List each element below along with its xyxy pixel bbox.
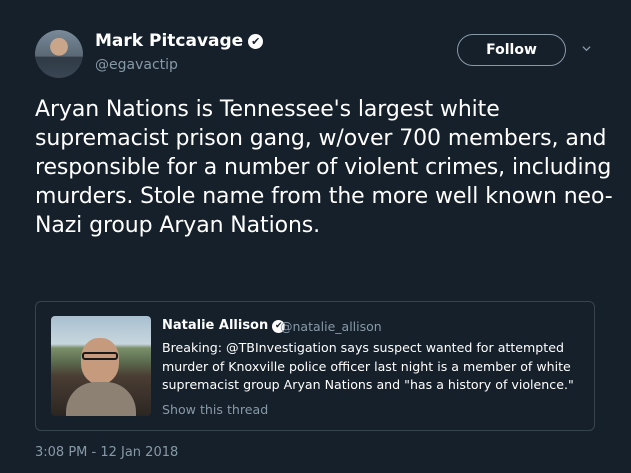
- follow-button[interactable]: Follow: [457, 34, 566, 66]
- author-handle[interactable]: @egavactip: [95, 57, 178, 73]
- quoted-tweet-photo[interactable]: [51, 316, 151, 416]
- author-avatar[interactable]: [35, 30, 83, 78]
- quoted-author-name[interactable]: Natalie Allison ✔: [162, 318, 286, 333]
- quoted-author-handle[interactable]: @natalie_allison: [280, 319, 382, 334]
- author-name[interactable]: Mark Pitcavage ✔: [95, 31, 264, 51]
- tweet-timestamp[interactable]: 3:08 PM - 12 Jan 2018: [35, 445, 178, 460]
- quoted-tweet-card[interactable]: Natalie Allison ✔ @natalie_allison Breaki…: [35, 301, 595, 431]
- photo-face: [81, 338, 119, 384]
- chevron-down-icon[interactable]: [582, 44, 591, 53]
- tweet-text: Aryan Nations is Tennessee's largest whi…: [35, 97, 613, 238]
- photo-glasses: [82, 352, 118, 360]
- quoted-tweet-text: Breaking: @TBInvestigation says suspect …: [162, 340, 574, 392]
- verified-badge-icon: ✔: [248, 34, 264, 49]
- quoted-author-name-text[interactable]: Natalie Allison: [162, 318, 268, 333]
- photo-shirt: [66, 382, 136, 416]
- show-thread-link[interactable]: Show this thread: [162, 402, 268, 417]
- author-name-text[interactable]: Mark Pitcavage: [95, 31, 243, 51]
